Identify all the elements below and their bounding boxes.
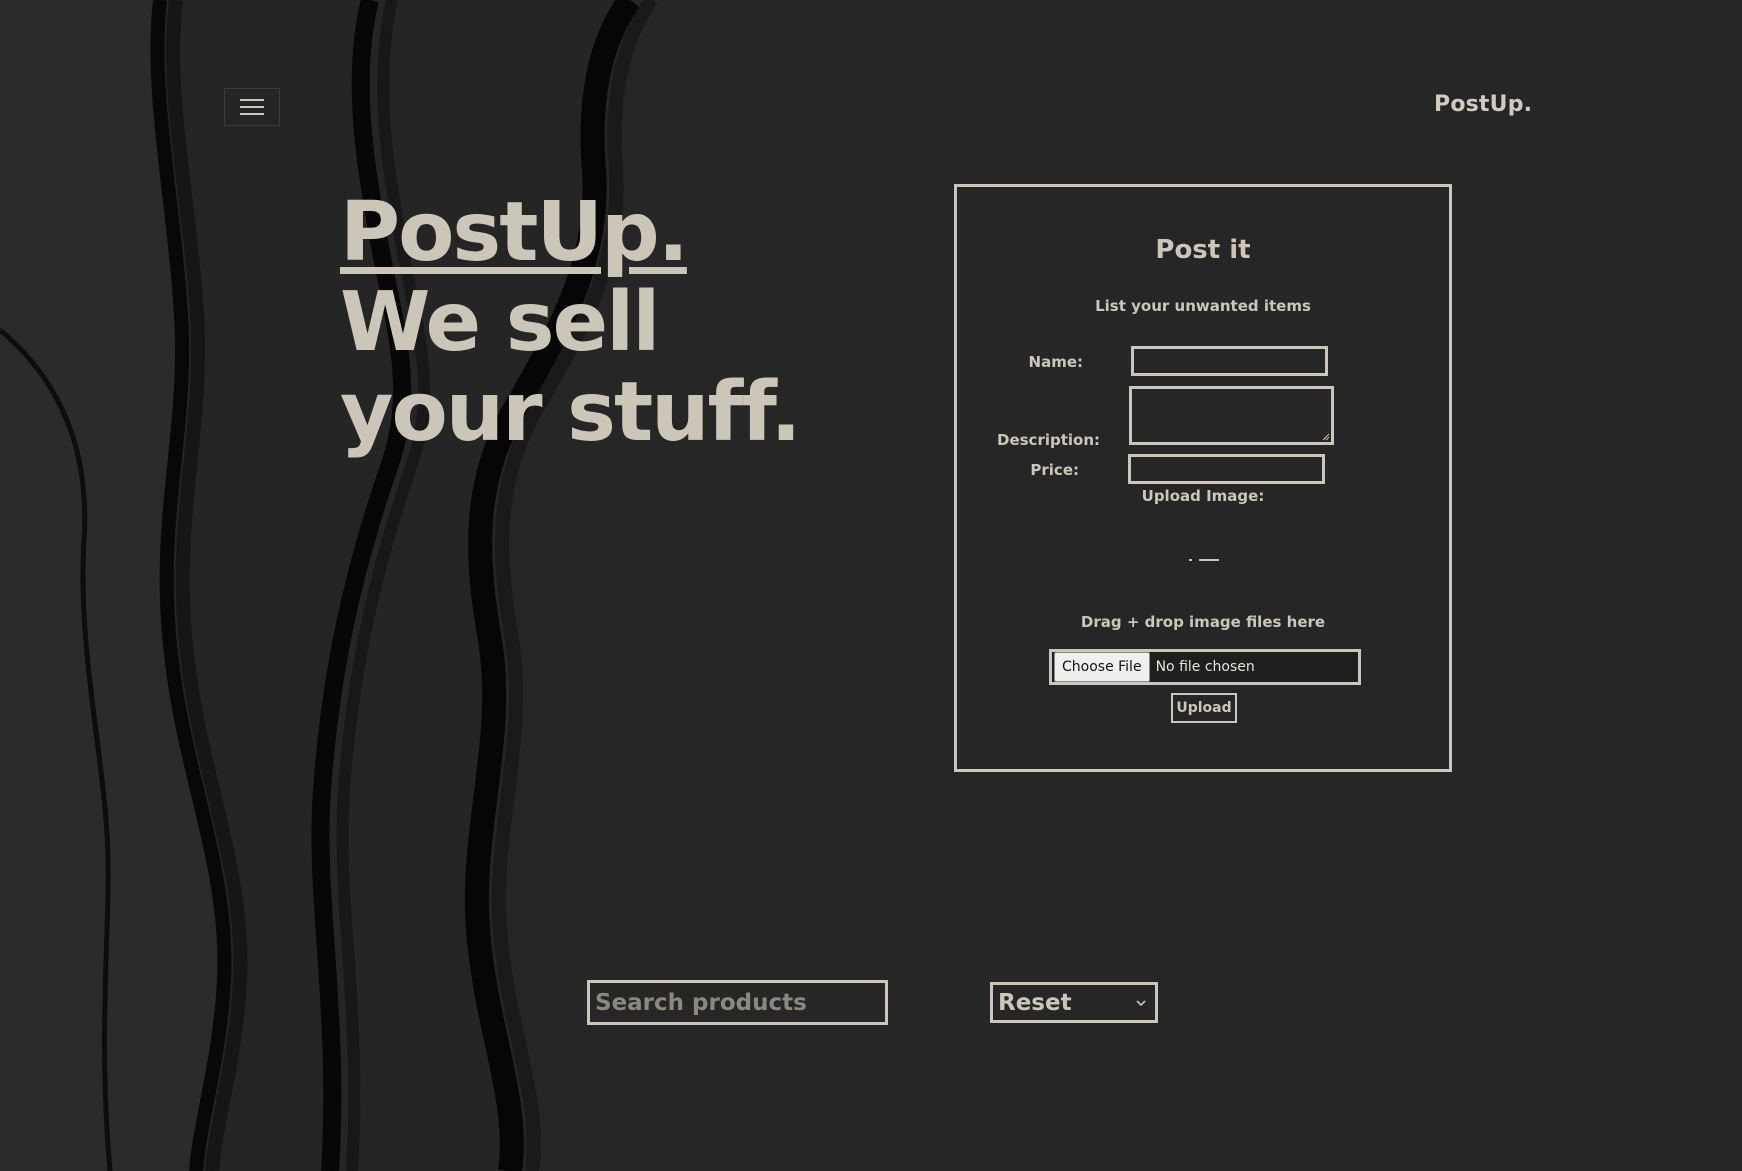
hero-heading: PostUp. We sell your stuff.: [340, 188, 802, 460]
upload-button[interactable]: Upload: [1171, 693, 1237, 723]
resize-grip-icon[interactable]: [1322, 433, 1330, 441]
brand-logo[interactable]: PostUp.: [1434, 92, 1532, 117]
drop-zone-text[interactable]: Drag + drop image files here: [957, 613, 1449, 631]
price-field[interactable]: [1128, 454, 1325, 484]
post-form-title: Post it: [1155, 235, 1251, 265]
choose-file-button[interactable]: Choose File: [1054, 652, 1150, 682]
upload-image-label: Upload Image:: [1141, 487, 1265, 505]
hero-brand-link[interactable]: PostUp.: [340, 188, 800, 278]
search-input[interactable]: [587, 980, 888, 1025]
sort-selected-value: Reset: [998, 989, 1072, 1016]
post-form-card: Post it List your unwanted items Name: D…: [954, 184, 1452, 772]
hero-line-2: We sell: [340, 275, 660, 370]
name-field[interactable]: [1131, 346, 1328, 376]
description-label: Description:: [997, 431, 1101, 449]
post-form-subtitle: List your unwanted items: [1095, 297, 1311, 315]
price-label: Price:: [1030, 461, 1079, 479]
description-field[interactable]: [1129, 386, 1334, 445]
hamburger-menu-icon: [240, 99, 264, 115]
hero-line-3: your stuff.: [340, 365, 802, 460]
file-input[interactable]: Choose File No file chosen: [1049, 649, 1361, 685]
name-label: Name:: [1028, 353, 1083, 371]
menu-button[interactable]: [224, 88, 280, 126]
sort-select[interactable]: Reset: [990, 982, 1158, 1023]
chevron-down-icon: [1136, 999, 1146, 1006]
file-status-text: No file chosen: [1155, 659, 1255, 675]
upload-icon: [1189, 559, 1219, 561]
